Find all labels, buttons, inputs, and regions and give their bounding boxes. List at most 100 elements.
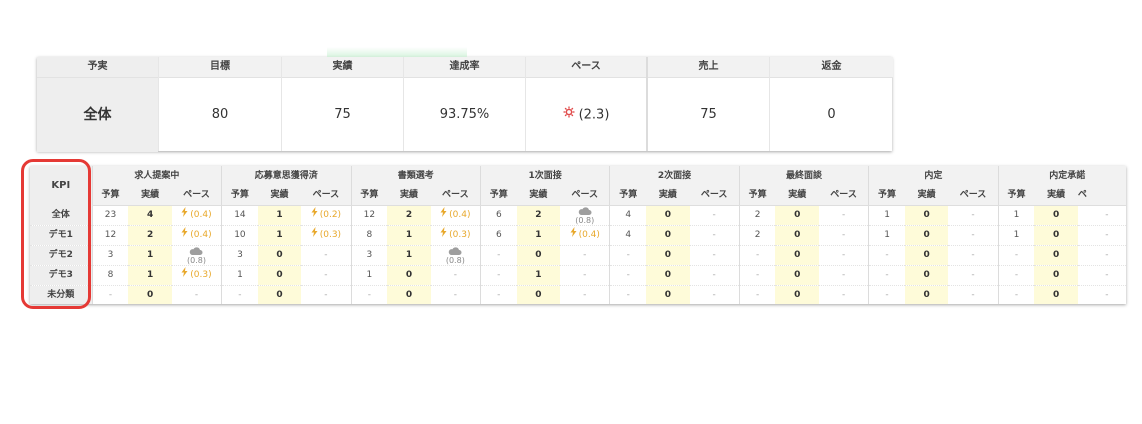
- bolt-icon: [440, 226, 447, 245]
- group-header: 書類選考: [350, 166, 481, 186]
- actual-cell: 0: [775, 205, 819, 226]
- pace-cell: (0.4): [171, 225, 222, 246]
- budget-cell: 2: [738, 205, 776, 226]
- budget-cell: -: [479, 265, 517, 286]
- pace-cell: -: [1077, 205, 1126, 226]
- subheader-pace: ペース: [171, 186, 222, 206]
- summary-header-rate: 達成率: [404, 57, 525, 78]
- summary-value-actual: 75: [334, 107, 351, 122]
- budget-cell: -: [738, 265, 776, 286]
- subheader-budget: 予算: [91, 186, 129, 206]
- budget-cell: 8: [91, 265, 129, 286]
- summary-value-sales: 75: [700, 107, 717, 122]
- subheader-pace: ペース: [689, 186, 740, 206]
- pace-cell: -: [301, 285, 351, 304]
- budget-cell: -: [868, 285, 905, 304]
- pace-value: (0.4): [190, 210, 212, 220]
- actual-cell: 0: [516, 245, 561, 266]
- budget-cell: -: [738, 285, 776, 304]
- budget-cell: -: [997, 245, 1035, 266]
- budget-cell: 1: [868, 225, 905, 246]
- pace-cell: -: [1077, 265, 1126, 286]
- budget-cell: 10: [221, 225, 258, 246]
- subheader-actual: 実績: [516, 186, 561, 206]
- actual-cell: 0: [646, 225, 690, 246]
- pace-value: (0.3): [190, 270, 212, 280]
- budget-cell: -: [609, 285, 647, 304]
- pace-cell: -: [430, 285, 481, 304]
- summary-header-sales: 売上: [648, 57, 769, 78]
- budget-cell: -: [609, 245, 647, 266]
- actual-cell: 1: [516, 225, 561, 246]
- pace-cell: (0.8): [171, 245, 222, 266]
- budget-cell: 3: [221, 245, 258, 266]
- cloud-icon: [172, 246, 221, 256]
- pace-cell: -: [171, 285, 222, 304]
- actual-cell: 0: [1034, 265, 1078, 286]
- group-header: 最終面談: [738, 166, 869, 186]
- actual-cell: 0: [646, 205, 690, 226]
- actual-cell: 0: [646, 285, 690, 304]
- pace-cell: -: [560, 285, 610, 304]
- budget-cell: 4: [609, 205, 647, 226]
- actual-cell: 0: [257, 285, 302, 304]
- subheader-budget: 予算: [221, 186, 258, 206]
- group-header: 求人提案中: [91, 166, 222, 186]
- pace-value: (0.4): [190, 230, 212, 240]
- subheader-budget: 予算: [868, 186, 905, 206]
- pace-cell: -: [1077, 285, 1126, 304]
- actual-cell: 0: [904, 245, 949, 266]
- pace-cell: -: [560, 265, 610, 286]
- budget-cell: 6: [479, 205, 517, 226]
- subheader-pace: ペース: [948, 186, 999, 206]
- subheader-budget: 予算: [479, 186, 517, 206]
- subheader-pace: ペ: [1077, 186, 1126, 206]
- pace-cell: -: [948, 205, 999, 226]
- pace-cell: -: [948, 245, 999, 266]
- actual-cell: 0: [775, 225, 819, 246]
- budget-cell: 6: [479, 225, 517, 246]
- actual-cell: 0: [904, 205, 949, 226]
- actual-cell: 0: [775, 265, 819, 286]
- table-row: デモ1 12 2 (0.4) 10 1 (0.3) 8 1 (0.3) 6 1 (0.4) 4 0-2 0-1…: [30, 225, 1126, 246]
- group-header: 内定承諾: [997, 166, 1126, 186]
- group-header: 応募意思獲得済: [221, 166, 351, 186]
- pace-cell: -: [818, 245, 869, 266]
- pace-cell: -: [948, 225, 999, 246]
- bolt-icon: [570, 226, 577, 245]
- pace-cell: -: [301, 265, 351, 286]
- actual-cell: 2: [516, 205, 561, 226]
- subheader-actual: 実績: [387, 186, 431, 206]
- kpi-table-container: KPI 求人提案中 応募意思獲得済 書類選考 1次面接 2次面接 最終面談 内定…: [30, 166, 1126, 304]
- summary-col-category: 予実 全体: [37, 57, 158, 152]
- pace-cell: -: [689, 245, 740, 266]
- actual-cell: 0: [646, 265, 690, 286]
- bolt-icon: [311, 206, 318, 225]
- actual-cell: 0: [128, 285, 172, 304]
- summary-value-target: 80: [211, 107, 229, 122]
- summary-pace-text: (2.3): [578, 107, 610, 123]
- actual-cell: 0: [387, 265, 431, 286]
- bolt-icon: [181, 226, 188, 245]
- summary-header-category: 予実: [37, 57, 158, 78]
- budget-cell: -: [91, 285, 129, 304]
- subheader-actual: 実績: [904, 186, 949, 206]
- row-label: デモ3: [30, 265, 93, 286]
- budget-cell: 12: [91, 225, 129, 246]
- budget-cell: 3: [91, 245, 129, 266]
- kpi-table: KPI 求人提案中 応募意思獲得済 書類選考 1次面接 2次面接 最終面談 内定…: [30, 166, 1126, 304]
- budget-cell: 1: [997, 225, 1035, 246]
- actual-cell: 2: [128, 225, 172, 246]
- pace-value: (0.8): [575, 215, 595, 225]
- pace-cell: (0.3): [430, 225, 481, 246]
- sun-icon: [563, 78, 575, 152]
- subheader-budget: 予算: [738, 186, 776, 206]
- cloud-icon: [560, 206, 609, 216]
- row-label: 未分類: [30, 285, 93, 304]
- budget-cell: -: [738, 245, 776, 266]
- table-row: 未分類 -0- -0- -0- -0- -0- -0- -0- -0-: [30, 285, 1126, 304]
- actual-cell: 1: [257, 205, 302, 226]
- actual-cell: 1: [128, 245, 172, 266]
- budget-cell: 23: [91, 205, 129, 226]
- subheader-budget: 予算: [997, 186, 1035, 206]
